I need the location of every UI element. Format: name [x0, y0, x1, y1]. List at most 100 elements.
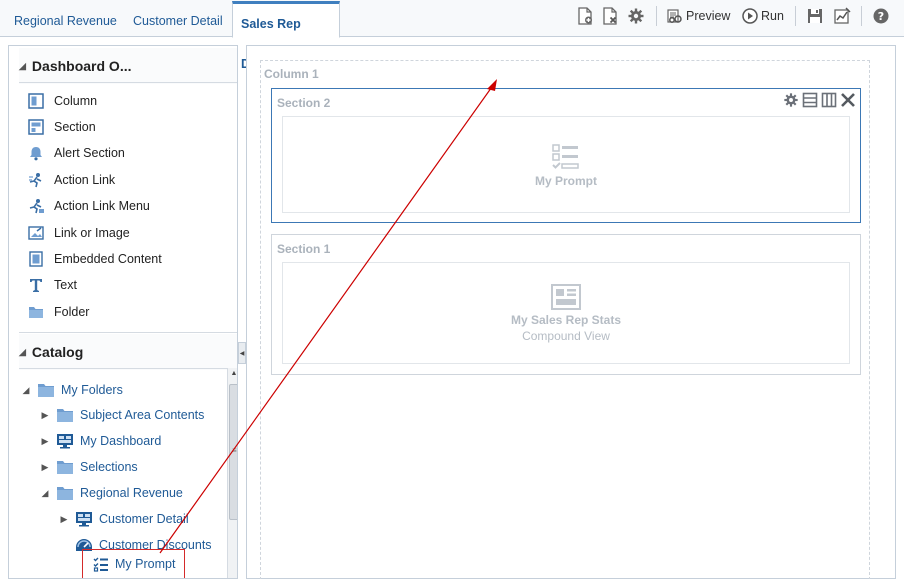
collapsed-triangle-icon[interactable]: ▶: [40, 462, 50, 473]
object-section[interactable]: Section: [27, 115, 96, 139]
run-icon: [741, 7, 759, 25]
dashboard-editor: Regional Revenue Customer Detail Sales R…: [0, 0, 904, 579]
object-column[interactable]: Column: [27, 89, 97, 113]
bell-icon: [27, 144, 45, 162]
text-icon: [27, 276, 45, 294]
collapse-panel-button[interactable]: ◀: [238, 342, 246, 364]
object-label: Section: [54, 120, 96, 134]
collapsed-triangle-icon[interactable]: ▶: [40, 436, 50, 447]
column-1[interactable]: Column 1 Section 2 My Prompt Section 1 M…: [260, 60, 870, 579]
preview-label: Preview: [686, 9, 731, 23]
embedded-content-icon: [27, 250, 45, 268]
object-action-link[interactable]: Action Link: [27, 168, 115, 192]
gear-icon[interactable]: [783, 92, 799, 108]
folder-icon: [56, 459, 74, 475]
section-toolbar: [783, 92, 856, 108]
action-link-icon: [27, 171, 45, 189]
dashboard-objects-header[interactable]: ◢ Dashboard O...: [19, 48, 237, 84]
close-icon[interactable]: [840, 92, 856, 108]
dashboard-objects-title: Dashboard O...: [31, 58, 132, 74]
catalog-tree: ◢ My Folders ▶ Subject Area Contents ▶ M…: [19, 366, 237, 578]
tree-item-my-dashboard[interactable]: ▶ My Dashboard: [40, 430, 161, 452]
tree-item-label: Customer Detail: [99, 512, 189, 526]
prompt-icon: [93, 556, 109, 572]
column-title: Column 1: [264, 67, 319, 81]
compound-view-object[interactable]: My Sales Rep Stats Compound View: [282, 262, 850, 364]
tree-item-label: My Prompt: [115, 557, 176, 571]
tree-item-regional-revenue[interactable]: ◢ Regional Revenue: [40, 482, 183, 504]
prompt-object[interactable]: My Prompt: [282, 116, 850, 213]
tree-item-subject-area-contents[interactable]: ▶ Subject Area Contents: [40, 404, 204, 426]
tree-item-my-folders[interactable]: ◢ My Folders: [21, 379, 123, 401]
expanded-triangle-icon[interactable]: ◢: [21, 385, 31, 396]
horizontal-layout-icon[interactable]: [821, 92, 837, 108]
delete-page-icon[interactable]: [601, 4, 619, 28]
tree-item-my-prompt[interactable]: My Prompt: [82, 549, 185, 578]
object-action-link-menu[interactable]: Action Link Menu: [27, 194, 150, 218]
section-icon: [27, 118, 45, 136]
object-subtitle: Compound View: [522, 329, 610, 343]
object-label: Link or Image: [54, 226, 130, 240]
object-name: My Prompt: [534, 173, 597, 188]
link-image-icon: [27, 224, 45, 242]
tab-customer-detail[interactable]: Customer Detail: [125, 7, 231, 37]
collapsed-triangle-icon[interactable]: ▶: [40, 410, 50, 421]
left-panel: ◢ Dashboard O... Column Section Alert Se…: [8, 45, 238, 579]
page-tab-bar: Regional Revenue Customer Detail Sales R…: [0, 0, 904, 71]
folder-icon: [27, 303, 45, 321]
object-label: Alert Section: [54, 146, 125, 160]
vertical-layout-icon[interactable]: [802, 92, 818, 108]
preview-button[interactable]: Preview: [666, 4, 730, 28]
dashboard-icon: [75, 511, 93, 527]
catalog-header[interactable]: ◢ Catalog: [19, 334, 237, 370]
catalog-title: Catalog: [31, 344, 84, 360]
gear-icon[interactable]: [627, 4, 645, 28]
catalog-scrollbar[interactable]: ▲ ≡: [227, 368, 237, 578]
tree-item-label: My Folders: [61, 383, 123, 397]
save-icon[interactable]: [806, 4, 824, 28]
object-label: Action Link: [54, 173, 116, 187]
object-embedded-content[interactable]: Embedded Content: [27, 247, 162, 271]
collapse-triangle-icon: ◢: [19, 346, 26, 357]
run-label: Run: [761, 9, 784, 23]
scrollbar-thumb[interactable]: ≡: [229, 384, 237, 520]
folder-icon: [37, 382, 55, 398]
object-alert-section[interactable]: Alert Section: [27, 141, 125, 165]
collapsed-triangle-icon[interactable]: ▶: [59, 514, 69, 525]
object-folder[interactable]: Folder: [27, 300, 89, 324]
run-button[interactable]: Run: [741, 4, 784, 28]
scroll-up-arrow-icon[interactable]: ▲: [228, 370, 237, 380]
properties-icon[interactable]: [833, 4, 851, 28]
object-name: My Sales Rep Stats: [510, 313, 622, 327]
object-text[interactable]: Text: [27, 273, 77, 297]
expanded-triangle-icon[interactable]: ◢: [40, 488, 50, 499]
tree-item-selections[interactable]: ▶ Selections: [40, 456, 138, 478]
section-1[interactable]: Section 1 My Sales Rep Stats Compound Vi…: [271, 234, 861, 375]
tree-item-label: Selections: [80, 460, 138, 474]
dashboard-canvas: Column 1 Section 2 My Prompt Section 1 M…: [246, 45, 896, 579]
section-title: Section 1: [277, 242, 331, 256]
add-page-icon[interactable]: [576, 4, 594, 28]
folder-icon: [56, 485, 74, 501]
tab-sales-rep-detail[interactable]: Sales Rep Detail: [232, 1, 340, 71]
tab-regional-revenue[interactable]: Regional Revenue: [6, 7, 125, 37]
object-label: Column: [54, 94, 98, 108]
collapse-triangle-icon: ◢: [19, 60, 26, 71]
object-label: Folder: [54, 305, 90, 319]
prompt-icon: [551, 142, 581, 172]
tree-item-customer-detail[interactable]: ▶ Customer Detail: [59, 508, 189, 530]
column-icon: [27, 92, 45, 110]
preview-icon: [666, 7, 684, 25]
help-icon[interactable]: ?: [872, 4, 890, 28]
object-label: Action Link Menu: [54, 199, 150, 213]
tree-item-label: My Dashboard: [80, 434, 162, 448]
object-link-or-image[interactable]: Link or Image: [27, 221, 130, 245]
section-2[interactable]: Section 2 My Prompt: [271, 88, 861, 223]
tree-item-label: Subject Area Contents: [80, 408, 205, 422]
folder-icon: [56, 407, 74, 423]
object-label: Embedded Content: [54, 252, 162, 266]
dashboard-icon: [56, 433, 74, 449]
section-title: Section 2: [277, 96, 331, 110]
object-label: Text: [54, 278, 77, 292]
compound-view-icon: [550, 283, 582, 311]
